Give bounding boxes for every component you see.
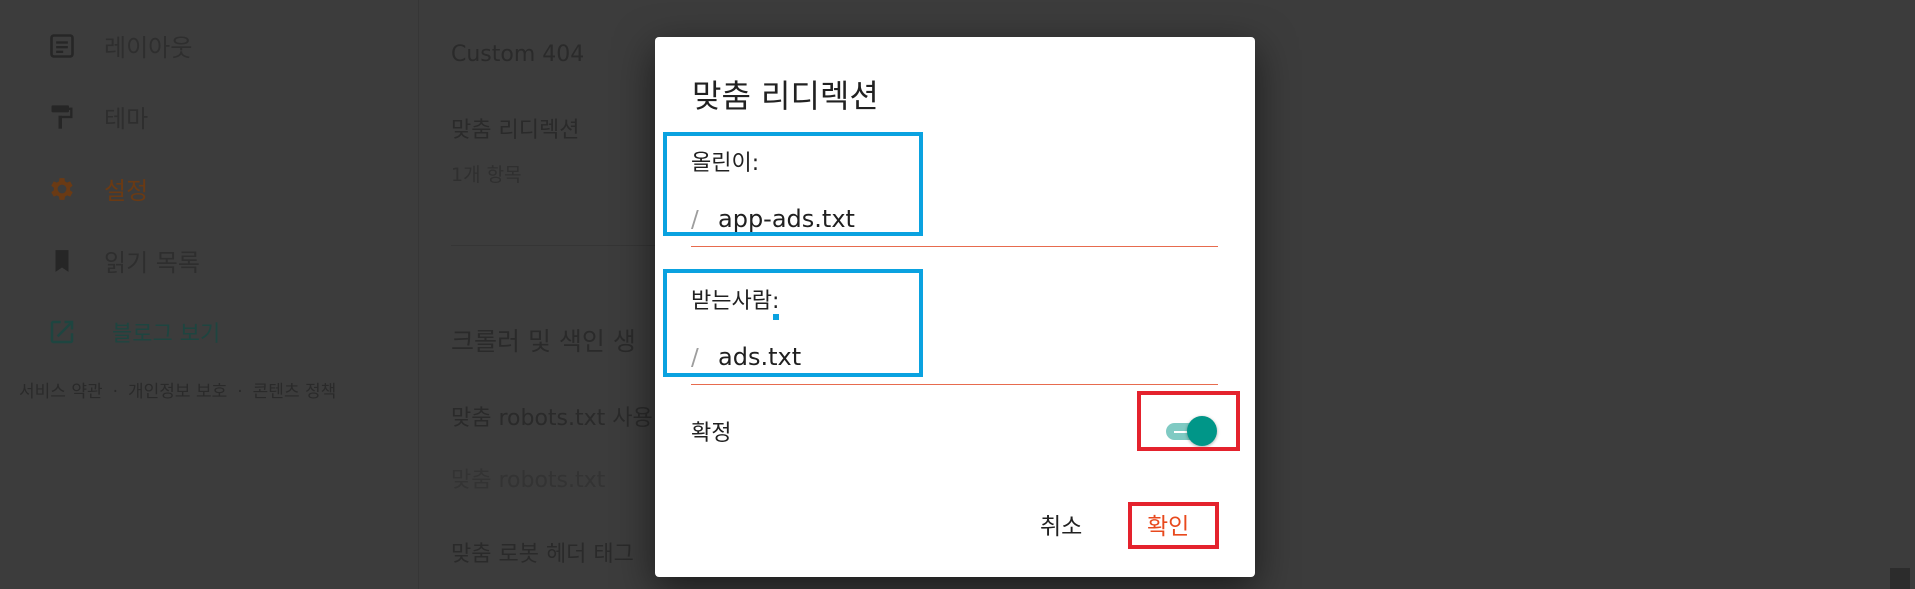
redirect-count: 1개 항목	[451, 164, 522, 186]
sidebar-item-reading-list[interactable]: 읽기 목록	[46, 243, 200, 278]
bookmark-icon	[46, 245, 78, 277]
view-blog-label: 블로그 보기	[112, 322, 221, 347]
terms-link[interactable]: 서비스 약관	[19, 382, 103, 402]
footer-separator: ·	[112, 382, 119, 402]
from-input-row: /	[691, 205, 1208, 233]
sidebar-item-layout[interactable]: 레이아웃	[46, 28, 192, 63]
permanent-toggle[interactable]	[1164, 413, 1220, 447]
custom-robots-enable-label[interactable]: 맞춤 robots.txt 사용	[451, 400, 653, 432]
paint-roller-icon	[46, 101, 78, 133]
sidebar-item-label: 설정	[104, 177, 149, 205]
dialog-title: 맞춤 리디렉션	[692, 77, 879, 115]
to-label: 받는사람:	[691, 289, 780, 314]
sidebar-item-label: 테마	[104, 105, 149, 133]
to-input-row: /	[691, 343, 1208, 371]
toggle-thumb	[1187, 416, 1217, 446]
sidebar-item-label: 레이아웃	[104, 34, 193, 62]
sidebar-divider	[418, 0, 419, 589]
custom-404-label[interactable]: Custom 404	[451, 42, 584, 67]
privacy-link[interactable]: 개인정보 보호	[128, 382, 227, 402]
gear-icon	[46, 173, 78, 205]
from-input[interactable]	[718, 205, 1208, 233]
sidebar-item-label: 읽기 목록	[104, 249, 200, 277]
from-underline	[691, 246, 1218, 247]
view-blog-link[interactable]: 블로그 보기	[46, 316, 220, 348]
sidebar: 레이아웃 테마 설정 읽기 목록 블로그 보기 서비스 약관 · 개인정보 보호 · 콘…	[0, 0, 418, 589]
layout-icon	[46, 30, 78, 62]
ok-button[interactable]: 확인	[1147, 507, 1189, 541]
sidebar-item-settings[interactable]: 설정	[46, 171, 148, 206]
annotation-marker	[773, 314, 779, 320]
from-prefix: /	[691, 207, 699, 233]
content-policy-link[interactable]: 콘텐츠 정책	[253, 382, 337, 402]
cancel-button[interactable]: 취소	[1040, 507, 1082, 541]
to-underline	[691, 384, 1218, 385]
from-label: 올린이:	[691, 151, 760, 176]
scrollbar[interactable]	[1890, 568, 1910, 589]
to-prefix: /	[691, 345, 699, 371]
permanent-label: 확정	[691, 421, 732, 446]
custom-redirect-dialog: 맞춤 리디렉션 올린이: / 받는사람: / 확정 취소 확인	[655, 37, 1255, 577]
custom-robot-header-label[interactable]: 맞춤 로봇 헤더 태그	[451, 536, 634, 568]
permanent-row: 확정	[691, 405, 1231, 449]
section-divider	[451, 245, 661, 246]
sidebar-item-theme[interactable]: 테마	[46, 99, 148, 134]
from-field: 올린이: /	[691, 145, 1218, 255]
to-input[interactable]	[718, 343, 1208, 371]
custom-robots-label[interactable]: 맞춤 robots.txt	[451, 462, 605, 494]
to-field: 받는사람: /	[691, 283, 1218, 393]
open-in-new-icon	[46, 316, 78, 348]
custom-redirects-label[interactable]: 맞춤 리디렉션	[451, 112, 579, 144]
footer-separator: ·	[237, 382, 243, 402]
crawler-section-heading: 크롤러 및 색인 생	[451, 327, 636, 356]
footer-links: 서비스 약관 · 개인정보 보호 · 콘텐츠 정책	[19, 377, 336, 402]
